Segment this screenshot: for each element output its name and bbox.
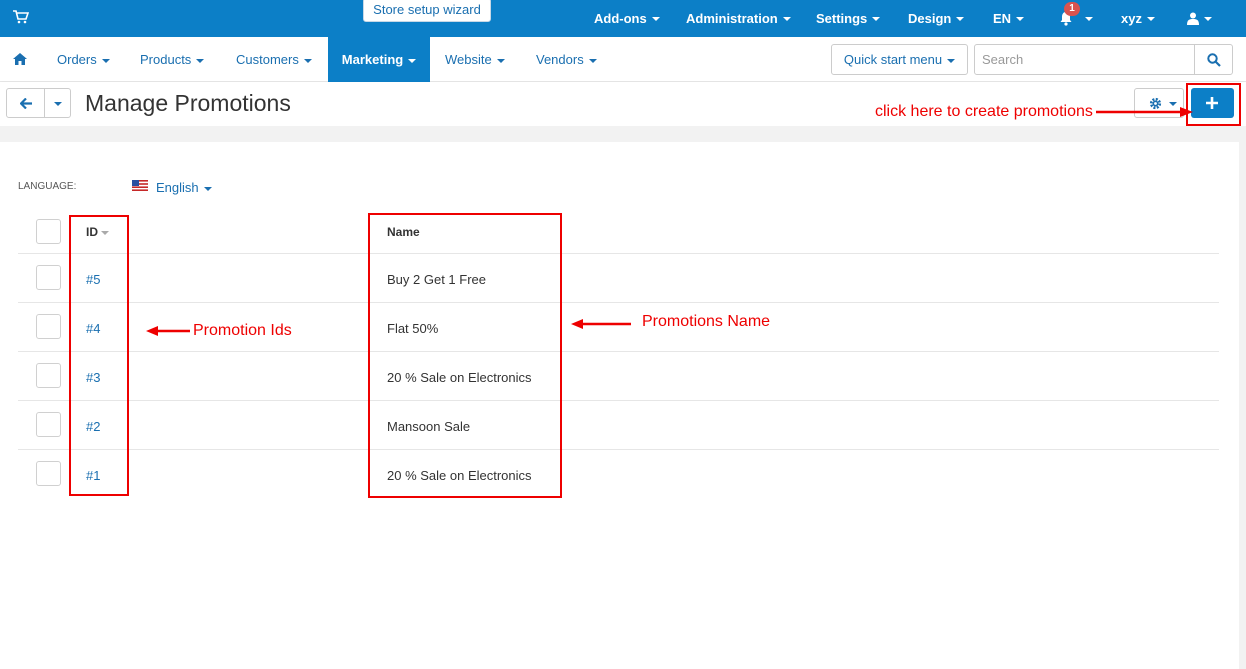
search-input[interactable] [974, 44, 1195, 75]
chevron-down-icon [1085, 16, 1093, 21]
row-divider [18, 449, 1219, 450]
topnav-language-label: EN [993, 11, 1012, 26]
topnav-addons-label: Add-ons [594, 11, 647, 26]
chevron-down-icon [1146, 16, 1155, 21]
chevron-down-icon [1204, 16, 1212, 21]
topnav-user-label: xyz [1121, 11, 1142, 26]
home-icon[interactable] [13, 53, 27, 65]
row-checkbox[interactable] [36, 363, 61, 388]
nav-vendors[interactable]: Vendors [536, 37, 597, 82]
topnav-settings-label: Settings [816, 11, 868, 26]
chevron-down-icon [54, 102, 62, 106]
nav-website-label: Website [445, 52, 492, 67]
quick-start-menu-button[interactable]: Quick start menu [831, 44, 968, 75]
chevron-down-icon [1016, 16, 1025, 21]
annotation-box-ids [69, 215, 129, 496]
cart-icon[interactable] [13, 10, 29, 24]
row-checkbox[interactable] [36, 314, 61, 339]
row-checkbox[interactable] [36, 412, 61, 437]
language-selector[interactable]: English [156, 180, 212, 195]
nav-orders[interactable]: Orders [57, 37, 110, 82]
chevron-down-icon [782, 16, 791, 21]
user-icon [1187, 12, 1199, 25]
store-setup-wizard-button[interactable]: Store setup wizard [363, 0, 491, 22]
search-button[interactable] [1194, 44, 1233, 75]
row-divider [18, 400, 1219, 401]
topnav-design-label: Design [908, 11, 952, 26]
annotation-ids-text: Promotion Ids [193, 322, 292, 339]
chevron-down-icon [588, 58, 597, 63]
chevron-down-icon [196, 58, 205, 63]
topnav-administration-label: Administration [686, 11, 778, 26]
annotation-arrow-left-icon [146, 326, 190, 336]
topnav-design[interactable]: Design [908, 0, 965, 37]
annotation-box-add [1186, 83, 1241, 126]
row-checkbox[interactable] [36, 461, 61, 486]
annotation-arrow-right-icon [1096, 107, 1193, 117]
chevron-down-icon [651, 16, 660, 21]
topnav-user[interactable]: xyz [1121, 0, 1155, 37]
language-label: LANGUAGE: [18, 181, 77, 192]
nav-orders-label: Orders [57, 52, 97, 67]
us-flag-icon [132, 180, 148, 191]
chevron-down-icon [203, 186, 212, 191]
nav-customers[interactable]: Customers [236, 37, 312, 82]
row-divider [18, 302, 1219, 303]
language-value: English [156, 180, 199, 195]
nav-products-label: Products [140, 52, 192, 67]
chevron-down-icon [872, 16, 881, 21]
nav-website[interactable]: Website [445, 37, 505, 82]
annotation-box-names [368, 213, 562, 498]
topnav-settings[interactable]: Settings [816, 0, 881, 37]
row-checkbox[interactable] [36, 265, 61, 290]
search-icon [1207, 53, 1221, 67]
nav-customers-label: Customers [236, 52, 299, 67]
back-button[interactable] [6, 88, 45, 118]
annotation-create-text: click here to create promotions [875, 103, 1093, 120]
topnav-profile[interactable] [1187, 0, 1212, 37]
main-nav: Orders Products Customers Marketing Webs… [0, 37, 1246, 82]
chevron-down-icon [303, 58, 312, 63]
chevron-down-icon [956, 16, 965, 21]
notification-badge: 1 [1064, 2, 1080, 16]
annotation-names-text: Promotions Name [642, 313, 771, 330]
arrow-left-icon [20, 98, 32, 109]
select-all-checkbox[interactable] [36, 219, 61, 244]
content-panel [0, 142, 1239, 669]
nav-products[interactable]: Products [140, 37, 205, 82]
annotation-arrow-left-icon [571, 319, 631, 329]
row-divider [18, 253, 1219, 254]
row-divider [18, 351, 1219, 352]
chevron-down-icon [408, 58, 417, 63]
topnav-administration[interactable]: Administration [686, 0, 791, 37]
page-title: Manage Promotions [85, 90, 291, 116]
nav-marketing[interactable]: Marketing [328, 37, 430, 82]
topnav-language[interactable]: EN [993, 0, 1025, 37]
quick-start-label: Quick start menu [843, 52, 943, 67]
nav-vendors-label: Vendors [536, 52, 584, 67]
topnav-addons[interactable]: Add-ons [594, 0, 660, 37]
back-dropdown-button[interactable] [44, 88, 71, 118]
chevron-down-icon [496, 58, 505, 63]
nav-marketing-label: Marketing [341, 52, 404, 67]
chevron-down-icon [101, 58, 110, 63]
chevron-down-icon [947, 58, 956, 63]
